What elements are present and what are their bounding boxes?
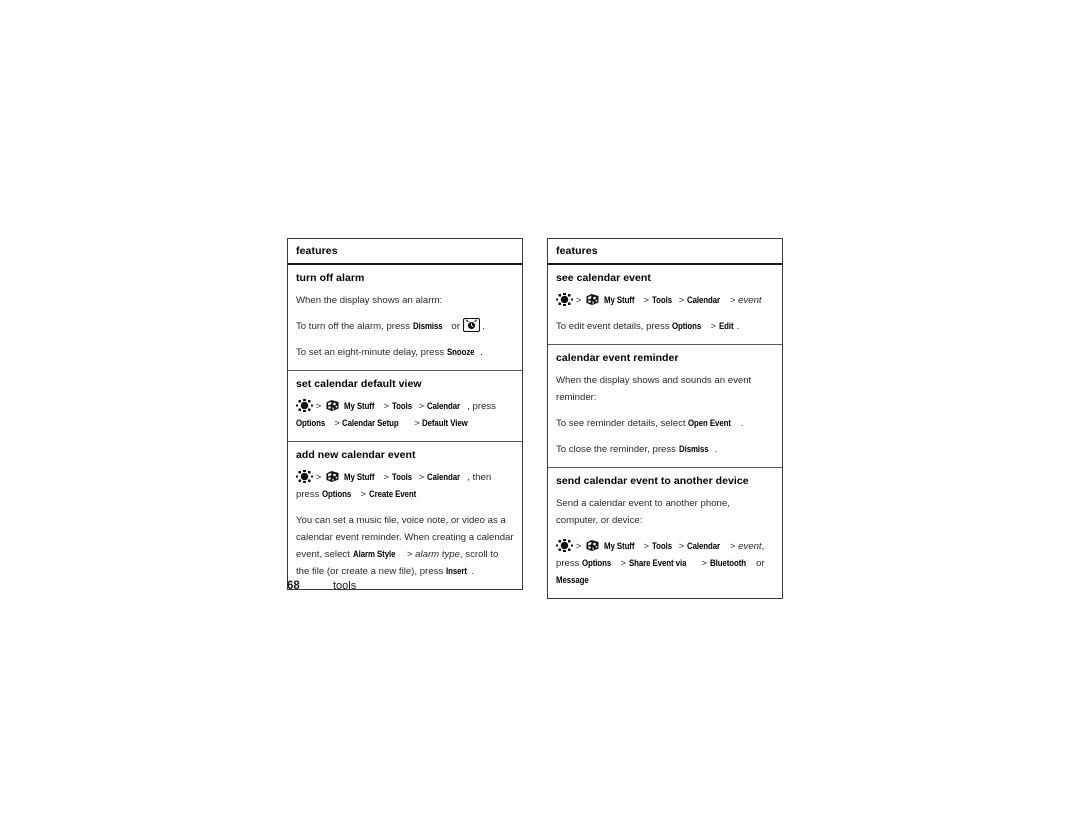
placeholder-term: event bbox=[738, 541, 762, 552]
feature-title: add new calendar event bbox=[296, 449, 416, 461]
feature-row: see calendar event > My Stuff > Tools > … bbox=[548, 265, 782, 345]
feature-paragraph: To edit event details, press Options > E… bbox=[556, 318, 774, 335]
menu-key-label: Calendar bbox=[426, 472, 460, 483]
feature-title: calendar event reminder bbox=[556, 352, 679, 364]
path-separator: > bbox=[707, 321, 719, 332]
table-header-left: features bbox=[288, 239, 522, 265]
menu-key-label: Edit bbox=[718, 321, 734, 332]
menu-key-label: Calendar bbox=[686, 541, 720, 552]
feature-title: turn off alarm bbox=[296, 272, 365, 284]
menu-key-label: Share Event via bbox=[628, 558, 686, 569]
alarm-key-icon bbox=[462, 317, 480, 333]
path-separator: > bbox=[380, 401, 392, 412]
my-stuff-icon bbox=[325, 399, 340, 412]
feature-row: add new calendar event > My Stuff > Tool… bbox=[288, 442, 522, 589]
feature-title: send calendar event to another device bbox=[556, 475, 749, 487]
menu-key-label: Options bbox=[672, 321, 702, 332]
feature-paragraph: To close the reminder, press Dismiss. bbox=[556, 441, 774, 458]
path-separator: > bbox=[331, 418, 343, 429]
path-separator: > bbox=[727, 295, 739, 306]
menu-key-label: Tools bbox=[651, 295, 672, 306]
menu-key-label: My Stuff bbox=[603, 295, 635, 306]
menu-key-label: Calendar bbox=[686, 295, 720, 306]
my-stuff-icon bbox=[585, 539, 600, 552]
page-number: 68 bbox=[287, 580, 300, 592]
nav-key-icon bbox=[296, 470, 313, 483]
menu-key-label: Calendar Setup bbox=[342, 418, 400, 429]
feature-paragraph: You can set a music file, voice note, or… bbox=[296, 512, 514, 580]
path-separator: > bbox=[675, 541, 687, 552]
path-separator: > bbox=[357, 489, 369, 500]
menu-key-label: My Stuff bbox=[603, 541, 635, 552]
menu-key-label: Calendar bbox=[426, 401, 460, 412]
feature-paragraph: When the display shows and sounds an eve… bbox=[556, 375, 752, 403]
menu-path-line: > My Stuff > Tools > Calendar, press Opt… bbox=[296, 398, 514, 432]
manual-page: features turn off alarm When the display s… bbox=[0, 0, 1080, 834]
feature-paragraph: To see reminder details, select Open Eve… bbox=[556, 415, 774, 432]
menu-key-label: Options bbox=[322, 489, 352, 500]
path-separator: > bbox=[617, 558, 629, 569]
feature-paragraph: To turn off the alarm, press Dismiss or … bbox=[296, 317, 514, 335]
path-separator: > bbox=[415, 401, 427, 412]
page-section-label: tools bbox=[333, 580, 357, 592]
menu-key-label: Message bbox=[556, 575, 589, 586]
path-separator: > bbox=[411, 418, 423, 429]
path-separator: > bbox=[404, 549, 416, 560]
menu-path-line: > My Stuff > Tools > Calendar > event bbox=[556, 292, 774, 309]
path-separator: > bbox=[575, 541, 584, 552]
feature-title: see calendar event bbox=[556, 272, 651, 284]
features-table-left: features turn off alarm When the display s… bbox=[287, 238, 523, 590]
menu-key-label: Create Event bbox=[368, 489, 416, 500]
menu-key-label: Options bbox=[582, 558, 612, 569]
nav-key-icon bbox=[296, 399, 313, 412]
menu-key-label: Tools bbox=[391, 472, 412, 483]
my-stuff-icon bbox=[585, 293, 600, 306]
path-separator: > bbox=[575, 295, 584, 306]
feature-paragraph: Send a calendar event to another phone, … bbox=[556, 498, 730, 526]
table-header-right: features bbox=[548, 239, 782, 265]
path-separator: > bbox=[315, 472, 324, 483]
feature-row: calendar event reminder When the display … bbox=[548, 345, 782, 468]
my-stuff-icon bbox=[325, 470, 340, 483]
feature-paragraph: When the display shows an alarm: bbox=[296, 295, 443, 306]
path-separator: > bbox=[640, 541, 652, 552]
menu-key-label: Bluetooth bbox=[709, 558, 746, 569]
menu-key-label: Alarm Style bbox=[352, 549, 395, 560]
placeholder-term: event bbox=[738, 295, 762, 306]
path-separator: > bbox=[698, 558, 710, 569]
path-separator: > bbox=[415, 472, 427, 483]
menu-key-label: Open Event bbox=[688, 418, 732, 429]
menu-key-label: Options bbox=[296, 418, 326, 429]
menu-key-label: Snooze bbox=[446, 347, 475, 358]
path-separator: > bbox=[380, 472, 392, 483]
feature-row: send calendar event to another device Sen… bbox=[548, 468, 782, 598]
features-table-right: features see calendar event > My Stuff > … bbox=[547, 238, 783, 599]
menu-path-line: > My Stuff > Tools > Calendar, then pres… bbox=[296, 469, 514, 503]
menu-key-label: My Stuff bbox=[343, 401, 375, 412]
feature-row: turn off alarm When the display shows an … bbox=[288, 265, 522, 371]
nav-key-icon bbox=[556, 293, 573, 306]
feature-title: set calendar default view bbox=[296, 378, 422, 390]
menu-key-label: Dismiss bbox=[412, 321, 443, 332]
feature-paragraph: To set an eight-minute delay, press Snoo… bbox=[296, 344, 514, 361]
placeholder-term: alarm type bbox=[415, 549, 460, 560]
nav-key-icon bbox=[556, 539, 573, 552]
menu-key-label: Default View bbox=[422, 418, 469, 429]
path-separator: > bbox=[640, 295, 652, 306]
menu-key-label: Insert bbox=[445, 566, 467, 577]
menu-key-label: My Stuff bbox=[343, 472, 375, 483]
path-separator: > bbox=[675, 295, 687, 306]
path-separator: > bbox=[727, 541, 739, 552]
menu-key-label: Tools bbox=[651, 541, 672, 552]
menu-key-label: Tools bbox=[391, 401, 412, 412]
menu-path-line: > My Stuff > Tools > Calendar > event, p… bbox=[556, 538, 774, 589]
path-separator: > bbox=[315, 401, 324, 412]
feature-row: set calendar default view > My Stuff > T… bbox=[288, 371, 522, 442]
menu-key-label: Dismiss bbox=[678, 444, 709, 455]
page-footer: 68 tools bbox=[287, 580, 356, 592]
